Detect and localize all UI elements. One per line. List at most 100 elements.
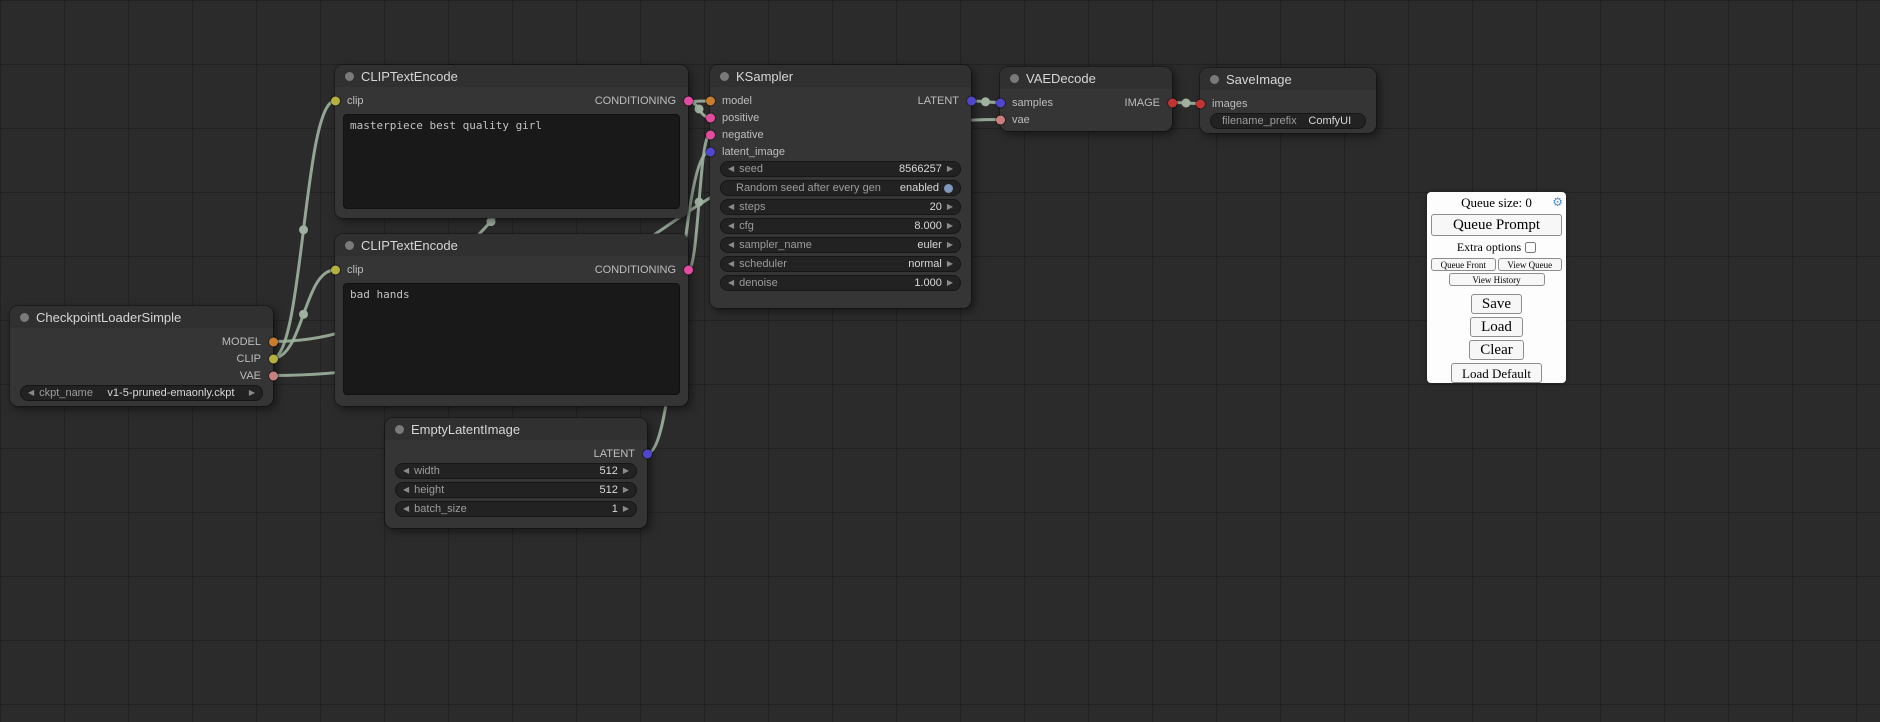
node-collapse-dot-icon[interactable] <box>1010 74 1019 83</box>
width-widget[interactable]: ◀ width 512 ▶ <box>395 463 637 479</box>
node-header[interactable]: CLIPTextEncode <box>335 234 688 256</box>
prev-arrow-icon[interactable]: ◀ <box>728 241 734 249</box>
queue-front-button[interactable]: Queue Front <box>1431 258 1496 271</box>
settings-gear-icon[interactable]: ⚙ <box>1552 196 1563 208</box>
node-header[interactable]: CLIPTextEncode <box>335 65 688 87</box>
increment-arrow-icon[interactable]: ▶ <box>947 279 953 287</box>
decrement-arrow-icon[interactable]: ◀ <box>403 467 409 475</box>
ckpt-name-widget[interactable]: ◀ ckpt_name v1-5-pruned-emaonly.ckpt ▶ <box>20 385 263 401</box>
node-title: KSampler <box>736 69 793 84</box>
prev-arrow-icon[interactable]: ◀ <box>728 260 734 268</box>
positive-input-dot[interactable] <box>706 113 715 122</box>
cfg-widget[interactable]: ◀ cfg 8.000 ▶ <box>720 218 961 234</box>
decrement-arrow-icon[interactable]: ◀ <box>403 505 409 513</box>
latent-image-input-dot[interactable] <box>706 147 715 156</box>
increment-arrow-icon[interactable]: ▶ <box>947 165 953 173</box>
widget-value: 512 <box>449 484 618 496</box>
negative-input-dot[interactable] <box>706 130 715 139</box>
node-save-image[interactable]: SaveImage images filename_prefix ComfyUI <box>1200 68 1376 133</box>
node-graph-canvas[interactable]: CheckpointLoaderSimple MODEL CLIP VAE ◀ … <box>0 0 1880 722</box>
save-button[interactable]: Save <box>1471 294 1522 314</box>
view-queue-button[interactable]: View Queue <box>1498 258 1563 271</box>
widget-name: cfg <box>739 220 754 232</box>
widget-value: 1.000 <box>783 277 942 289</box>
node-empty-latent-image[interactable]: EmptyLatentImage LATENT ◀ width 512 ▶ ◀ … <box>385 418 647 528</box>
node-collapse-dot-icon[interactable] <box>1210 75 1219 84</box>
increment-arrow-icon[interactable]: ▶ <box>623 486 629 494</box>
node-title: CLIPTextEncode <box>361 69 458 84</box>
extra-options-label: Extra options <box>1457 240 1521 255</box>
decrement-arrow-icon[interactable]: ◀ <box>728 279 734 287</box>
node-header[interactable]: EmptyLatentImage <box>385 418 647 440</box>
images-input-dot[interactable] <box>1196 99 1205 108</box>
node-header[interactable]: KSampler <box>710 65 971 87</box>
node-vae-decode[interactable]: VAEDecode samples IMAGE vae <box>1000 67 1172 131</box>
load-default-button[interactable]: Load Default <box>1451 363 1542 383</box>
node-ksampler[interactable]: KSampler model LATENT positive negative … <box>710 65 971 308</box>
next-arrow-icon[interactable]: ▶ <box>249 389 255 397</box>
steps-widget[interactable]: ◀ steps 20 ▶ <box>720 199 961 215</box>
positive-prompt-textarea[interactable]: masterpiece best quality girl <box>343 114 680 209</box>
node-collapse-dot-icon[interactable] <box>20 313 29 322</box>
slot-label: latent_image <box>722 146 785 158</box>
widget-value: 8.000 <box>759 220 942 232</box>
toggle-knob[interactable] <box>944 184 953 193</box>
node-collapse-dot-icon[interactable] <box>720 72 729 81</box>
clip-input-dot[interactable] <box>331 265 340 274</box>
clip-output-dot[interactable] <box>269 354 278 363</box>
node-collapse-dot-icon[interactable] <box>345 241 354 250</box>
latent-output-dot[interactable] <box>967 96 976 105</box>
widget-name: scheduler <box>739 258 787 270</box>
node-collapse-dot-icon[interactable] <box>395 425 404 434</box>
model-input-dot[interactable] <box>706 96 715 105</box>
vae-output-dot[interactable] <box>269 371 278 380</box>
increment-arrow-icon[interactable]: ▶ <box>947 203 953 211</box>
samples-input-dot[interactable] <box>996 98 1005 107</box>
next-arrow-icon[interactable]: ▶ <box>947 260 953 268</box>
view-history-button[interactable]: View History <box>1449 273 1545 286</box>
scheduler-widget[interactable]: ◀ scheduler normal ▶ <box>720 256 961 272</box>
conditioning-output-dot[interactable] <box>684 96 693 105</box>
clip-input-dot[interactable] <box>331 96 340 105</box>
node-checkpoint-loader-simple[interactable]: CheckpointLoaderSimple MODEL CLIP VAE ◀ … <box>10 306 273 406</box>
slot-row: clip CONDITIONING <box>335 261 688 278</box>
node-header[interactable]: SaveImage <box>1200 68 1376 90</box>
decrement-arrow-icon[interactable]: ◀ <box>403 486 409 494</box>
slot-row: positive <box>710 109 971 126</box>
latent-output-dot[interactable] <box>643 449 652 458</box>
node-header[interactable]: CheckpointLoaderSimple <box>10 306 273 328</box>
node-header[interactable]: VAEDecode <box>1000 67 1172 89</box>
prev-arrow-icon[interactable]: ◀ <box>28 389 34 397</box>
output-slot-vae: VAE <box>10 367 273 384</box>
increment-arrow-icon[interactable]: ▶ <box>623 505 629 513</box>
seed-widget[interactable]: ◀ seed 8566257 ▶ <box>720 161 961 177</box>
decrement-arrow-icon[interactable]: ◀ <box>728 222 734 230</box>
widget-name: seed <box>739 163 763 175</box>
increment-arrow-icon[interactable]: ▶ <box>947 222 953 230</box>
image-output-dot[interactable] <box>1168 98 1177 107</box>
extra-options-checkbox[interactable] <box>1525 242 1536 253</box>
slot-row: samples IMAGE <box>1000 94 1172 111</box>
batch-size-widget[interactable]: ◀ batch_size 1 ▶ <box>395 501 637 517</box>
node-clip-text-encode-positive[interactable]: CLIPTextEncode clip CONDITIONING masterp… <box>335 65 688 218</box>
sampler-name-widget[interactable]: ◀ sampler_name euler ▶ <box>720 237 961 253</box>
queue-prompt-button[interactable]: Queue Prompt <box>1431 214 1562 236</box>
denoise-widget[interactable]: ◀ denoise 1.000 ▶ <box>720 275 961 291</box>
filename-prefix-widget[interactable]: filename_prefix ComfyUI <box>1210 113 1366 129</box>
height-widget[interactable]: ◀ height 512 ▶ <box>395 482 637 498</box>
negative-prompt-textarea[interactable]: bad hands <box>343 283 680 395</box>
node-collapse-dot-icon[interactable] <box>345 72 354 81</box>
decrement-arrow-icon[interactable]: ◀ <box>728 165 734 173</box>
random-seed-toggle-widget[interactable]: Random seed after every gen enabled <box>720 180 961 196</box>
decrement-arrow-icon[interactable]: ◀ <box>728 203 734 211</box>
node-clip-text-encode-negative[interactable]: CLIPTextEncode clip CONDITIONING bad han… <box>335 234 688 406</box>
conditioning-output-dot[interactable] <box>684 265 693 274</box>
clear-button[interactable]: Clear <box>1469 340 1523 360</box>
widget-value: v1-5-pruned-emaonly.ckpt <box>98 387 244 399</box>
model-output-dot[interactable] <box>269 337 278 346</box>
vae-input-dot[interactable] <box>996 115 1005 124</box>
increment-arrow-icon[interactable]: ▶ <box>623 467 629 475</box>
widget-name: sampler_name <box>739 239 812 251</box>
load-button[interactable]: Load <box>1470 317 1523 337</box>
next-arrow-icon[interactable]: ▶ <box>947 241 953 249</box>
